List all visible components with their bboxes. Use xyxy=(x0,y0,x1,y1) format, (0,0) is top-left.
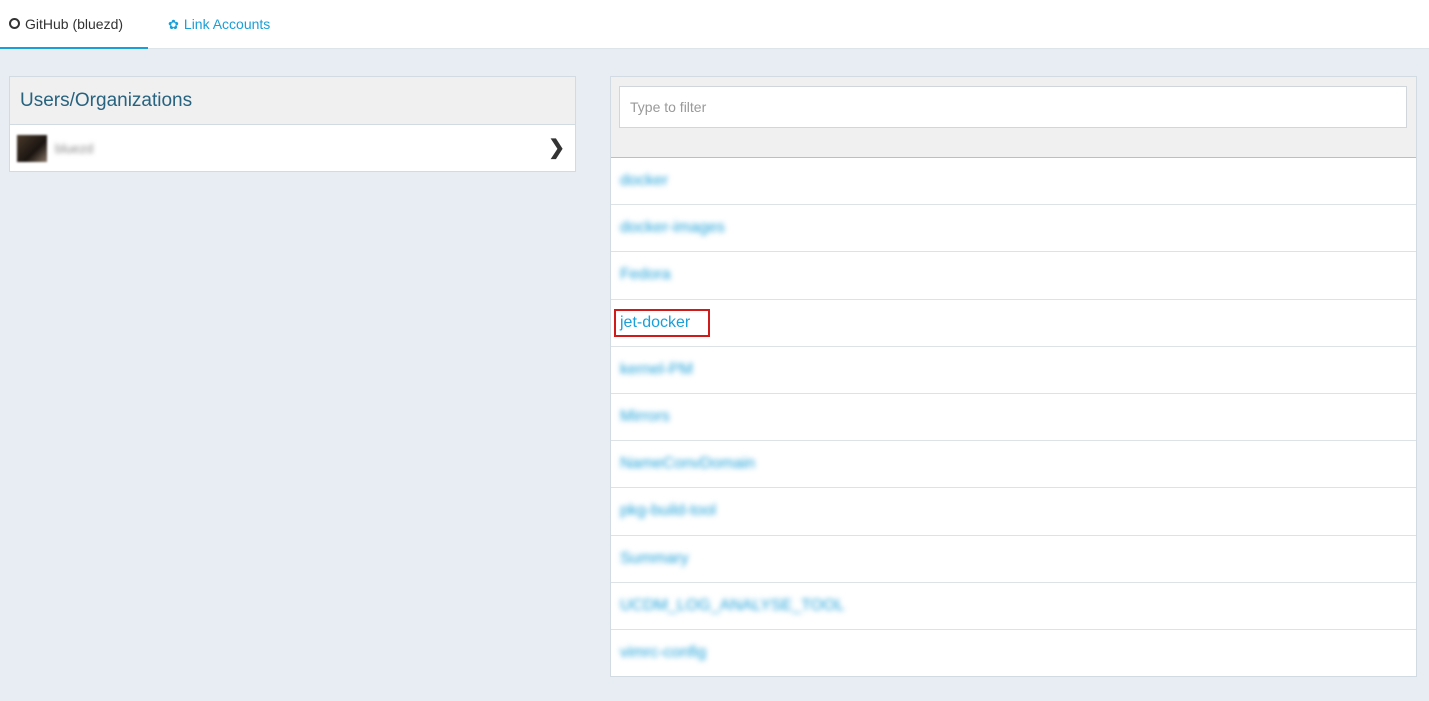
repo-list-item[interactable]: docker-images xyxy=(611,205,1416,253)
filter-input[interactable] xyxy=(619,86,1407,128)
repo-name-link[interactable]: Mirrors xyxy=(620,408,670,426)
repo-name-link[interactable]: jet-docker xyxy=(614,308,711,337)
repo-list: docker docker-images Fedora jet-docker kerne… xyxy=(611,158,1416,677)
user-row[interactable]: bluezd ❯ xyxy=(10,125,575,172)
users-organizations-panel: Users/Organizations bluezd ❯ xyxy=(9,76,576,172)
top-nav-bar: GitHub (bluezd) ✿ Link Accounts xyxy=(0,0,1429,49)
tab-link-accounts-label: Link Accounts xyxy=(183,16,271,32)
tab-github-label: GitHub (bluezd) xyxy=(25,15,124,32)
repo-list-item[interactable]: jet-docker xyxy=(611,300,1416,347)
repo-list-item[interactable]: kernel-PM xyxy=(611,347,1416,394)
gear-icon: ✿ xyxy=(168,16,179,32)
tab-github[interactable]: GitHub (bluezd) xyxy=(0,0,148,49)
avatar xyxy=(17,135,47,162)
repo-name-link[interactable]: Summary xyxy=(620,550,688,568)
repo-name-link[interactable]: kernel-PM xyxy=(620,361,693,379)
repositories-panel: docker docker-images Fedora jet-docker kerne… xyxy=(610,76,1417,677)
tab-link-accounts[interactable]: ✿ Link Accounts xyxy=(168,0,270,48)
user-name: bluezd xyxy=(55,141,94,156)
repo-list-item[interactable]: UCDM_LOG_ANALYSE_TOOL xyxy=(611,583,1416,630)
repo-name-link[interactable]: UCDM_LOG_ANALYSE_TOOL xyxy=(620,597,844,615)
chevron-right-icon: ❯ xyxy=(548,137,565,159)
filter-area xyxy=(611,77,1416,158)
repo-list-item[interactable]: Mirrors xyxy=(611,394,1416,442)
repo-list-item[interactable]: vimrc-config xyxy=(611,630,1416,677)
github-icon xyxy=(9,18,20,29)
repo-list-item[interactable]: Fedora xyxy=(611,252,1416,300)
users-panel-title: Users/Organizations xyxy=(10,77,575,125)
repo-list-item[interactable]: Summary xyxy=(611,536,1416,583)
repo-name-link[interactable]: Fedora xyxy=(620,266,671,284)
repo-list-item[interactable]: NameConvDomain xyxy=(611,441,1416,489)
repo-name-link[interactable]: docker-images xyxy=(620,219,725,237)
repo-list-item[interactable]: pkg-build-tool xyxy=(611,488,1416,536)
repo-list-item[interactable]: docker xyxy=(611,158,1416,206)
repo-name-link[interactable]: vimrc-config xyxy=(620,644,706,662)
repo-name-link[interactable]: docker xyxy=(620,172,668,190)
repo-name-link[interactable]: NameConvDomain xyxy=(620,455,755,473)
repo-name-link[interactable]: pkg-build-tool xyxy=(620,502,716,520)
